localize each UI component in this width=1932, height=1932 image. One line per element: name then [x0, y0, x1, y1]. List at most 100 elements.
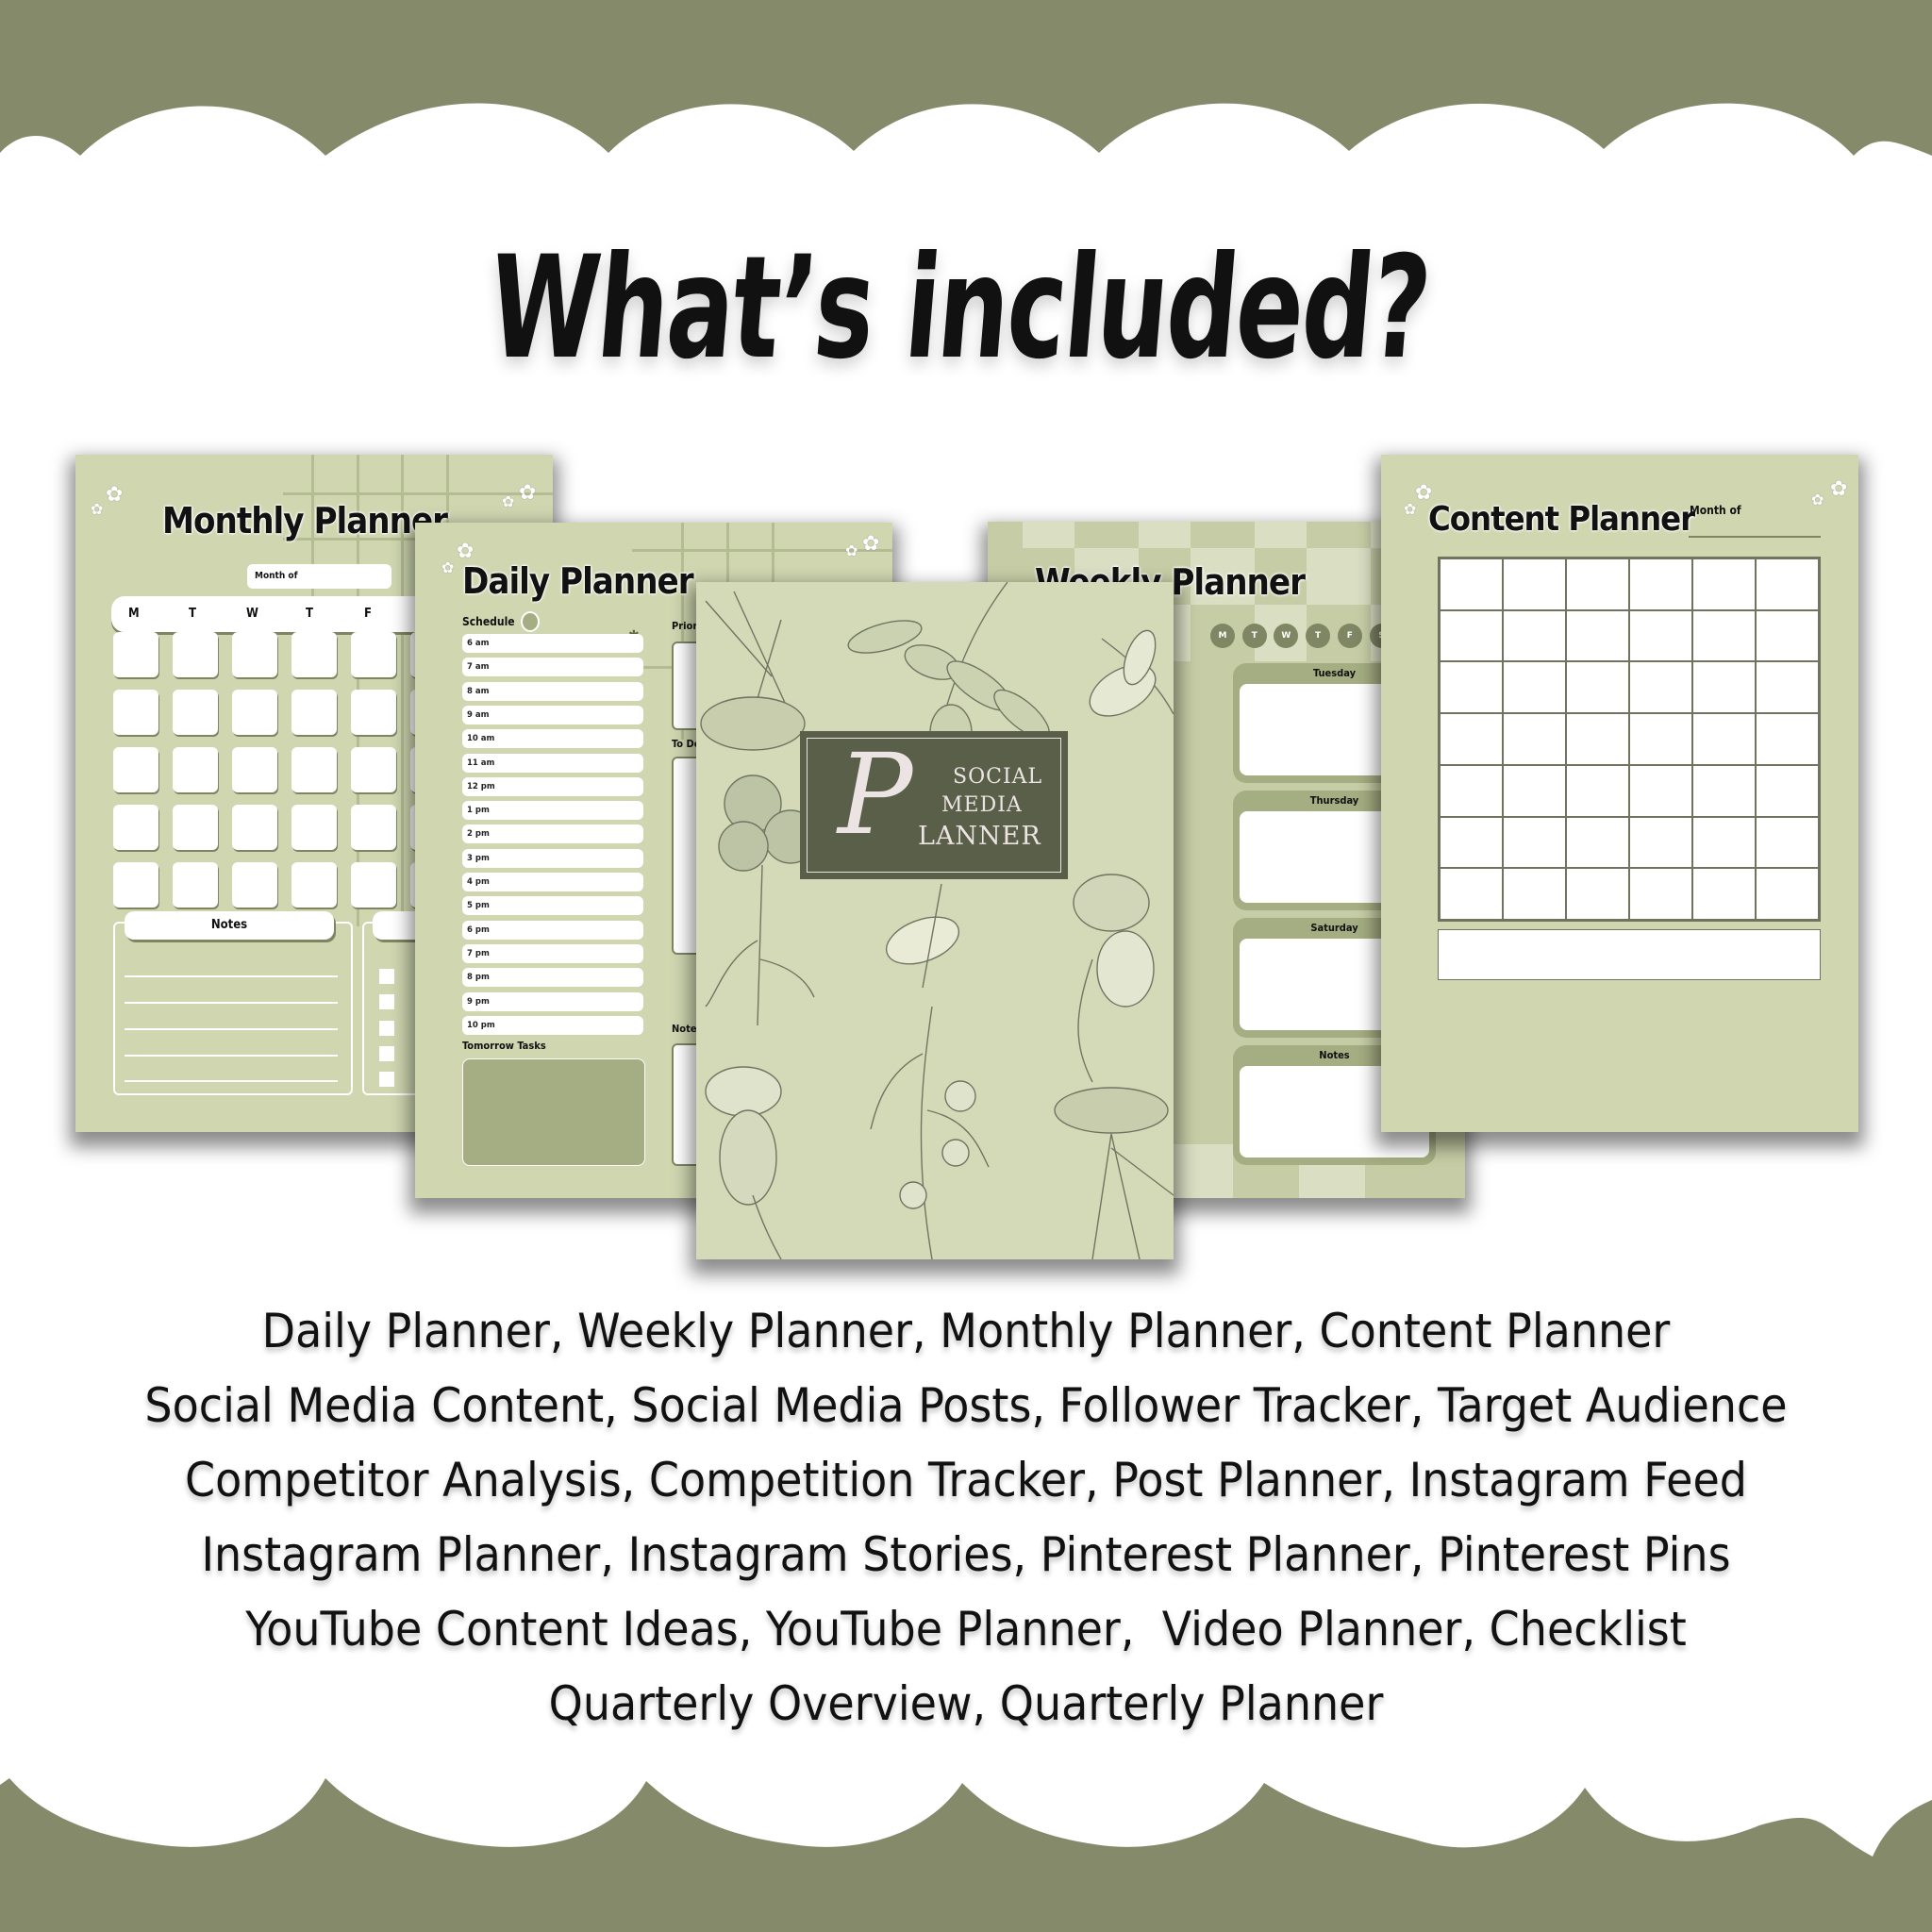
content-grid-cell[interactable] [1565, 660, 1630, 715]
schedule-slot[interactable]: 5 pm [462, 896, 643, 916]
content-grid-cell[interactable] [1565, 815, 1630, 870]
calendar-day-cell[interactable] [232, 632, 277, 677]
content-grid-cell[interactable] [1565, 558, 1630, 611]
content-grid-cell[interactable] [1755, 763, 1820, 818]
month-of-field[interactable] [1689, 536, 1821, 538]
included-line: Social Media Content, Social Media Posts… [144, 1378, 1788, 1433]
content-grid-cell[interactable] [1755, 660, 1820, 715]
checkbox[interactable] [379, 969, 394, 984]
content-grid-cell[interactable] [1565, 867, 1630, 921]
content-grid-cell[interactable] [1755, 867, 1820, 921]
schedule-slot[interactable]: 10 pm [462, 1015, 643, 1035]
calendar-day-cell[interactable] [291, 632, 337, 677]
weekday-dot[interactable]: M [1210, 624, 1235, 648]
checkbox[interactable] [379, 1072, 394, 1087]
calendar-day-cell[interactable] [351, 805, 396, 850]
calendar-day-cell[interactable] [291, 805, 337, 850]
content-grid-cell[interactable] [1691, 867, 1757, 921]
checkbox[interactable] [379, 994, 394, 1009]
content-grid-cell[interactable] [1628, 660, 1693, 715]
calendar-day-cell[interactable] [113, 747, 158, 792]
calendar-day-cell[interactable] [232, 805, 277, 850]
content-grid-cell[interactable] [1565, 763, 1630, 818]
calendar-day-cell[interactable] [291, 690, 337, 735]
tomorrow-tasks-box[interactable] [462, 1058, 645, 1166]
schedule-slot[interactable]: 3 pm [462, 848, 643, 868]
calendar-day-cell[interactable] [232, 862, 277, 908]
content-grid-cell[interactable] [1628, 867, 1693, 921]
content-grid-cell[interactable] [1691, 763, 1757, 818]
content-grid-cell[interactable] [1502, 712, 1567, 766]
content-grid-cell[interactable] [1439, 815, 1504, 870]
schedule-slot[interactable]: 10 am [462, 729, 643, 749]
calendar-day-cell[interactable] [113, 690, 158, 735]
content-grid-cell[interactable] [1755, 558, 1820, 611]
schedule-slot[interactable]: 9 am [462, 705, 643, 724]
content-grid-cell[interactable] [1502, 558, 1567, 611]
schedule-slot[interactable]: 9 pm [462, 991, 643, 1011]
schedule-slot[interactable]: 6 pm [462, 920, 643, 940]
content-grid-cell[interactable] [1755, 815, 1820, 870]
month-of-field[interactable]: Month of [247, 564, 391, 589]
calendar-day-cell[interactable] [173, 862, 218, 908]
schedule-slot[interactable]: 11 am [462, 753, 643, 773]
content-grid-cell[interactable] [1691, 660, 1757, 715]
content-notes-box[interactable] [1438, 929, 1821, 980]
content-grid-cell[interactable] [1439, 763, 1504, 818]
content-grid-cell[interactable] [1439, 660, 1504, 715]
content-grid-cell[interactable] [1439, 558, 1504, 611]
schedule-slot[interactable]: 7 am [462, 658, 643, 677]
schedule-slot[interactable]: 6 am [462, 634, 643, 653]
content-grid-cell[interactable] [1628, 763, 1693, 818]
schedule-slot[interactable]: 7 pm [462, 943, 643, 963]
content-grid-cell[interactable] [1502, 815, 1567, 870]
content-grid-cell[interactable] [1755, 608, 1820, 663]
calendar-day-cell[interactable] [173, 690, 218, 735]
content-grid-cell[interactable] [1502, 763, 1567, 818]
checkbox[interactable] [379, 1021, 394, 1036]
content-grid-cell[interactable] [1628, 608, 1693, 663]
calendar-day-cell[interactable] [351, 862, 396, 908]
content-grid-cell[interactable] [1439, 712, 1504, 766]
calendar-day-cell[interactable] [351, 690, 396, 735]
content-grid-cell[interactable] [1502, 608, 1567, 663]
weekday-dot[interactable]: T [1306, 624, 1331, 648]
calendar-day-cell[interactable] [173, 632, 218, 677]
content-grid-cell[interactable] [1628, 558, 1693, 611]
calendar-day-cell[interactable] [351, 747, 396, 792]
content-grid-cell[interactable] [1439, 867, 1504, 921]
weekday-dot[interactable]: T [1241, 624, 1267, 648]
content-grid-cell[interactable] [1691, 712, 1757, 766]
schedule-slot[interactable]: 2 pm [462, 824, 643, 844]
calendar-day-cell[interactable] [113, 862, 158, 908]
content-grid-cell[interactable] [1502, 867, 1567, 921]
schedule-slot[interactable]: 8 pm [462, 968, 643, 988]
calendar-day-cell[interactable] [113, 632, 158, 677]
checkbox[interactable] [379, 1046, 394, 1061]
content-grid-cell[interactable] [1755, 712, 1820, 766]
cover-word-planner: LANNER [918, 822, 1041, 851]
calendar-day-cell[interactable] [291, 862, 337, 908]
calendar-day-cell[interactable] [232, 690, 277, 735]
calendar-day-cell[interactable] [291, 747, 337, 792]
calendar-day-cell[interactable] [173, 805, 218, 850]
calendar-day-cell[interactable] [232, 747, 277, 792]
content-grid-cell[interactable] [1691, 815, 1757, 870]
content-grid-cell[interactable] [1691, 608, 1757, 663]
content-grid-cell[interactable] [1691, 558, 1757, 611]
content-grid-cell[interactable] [1502, 660, 1567, 715]
content-grid-cell[interactable] [1565, 712, 1630, 766]
schedule-slot[interactable]: 12 pm [462, 776, 643, 796]
calendar-day-cell[interactable] [173, 747, 218, 792]
calendar-day-cell[interactable] [351, 632, 396, 677]
content-grid-cell[interactable] [1439, 608, 1504, 663]
schedule-slot[interactable]: 4 pm [462, 873, 643, 891]
content-grid-cell[interactable] [1628, 815, 1693, 870]
calendar-day-cell[interactable] [113, 805, 158, 850]
weekday-dot[interactable]: F [1337, 624, 1362, 648]
schedule-slot[interactable]: 8 am [462, 681, 643, 701]
content-grid-cell[interactable] [1565, 608, 1630, 663]
content-grid-cell[interactable] [1628, 712, 1693, 766]
alarm-clock-icon [521, 611, 540, 632]
schedule-slot[interactable]: 1 pm [462, 801, 643, 821]
